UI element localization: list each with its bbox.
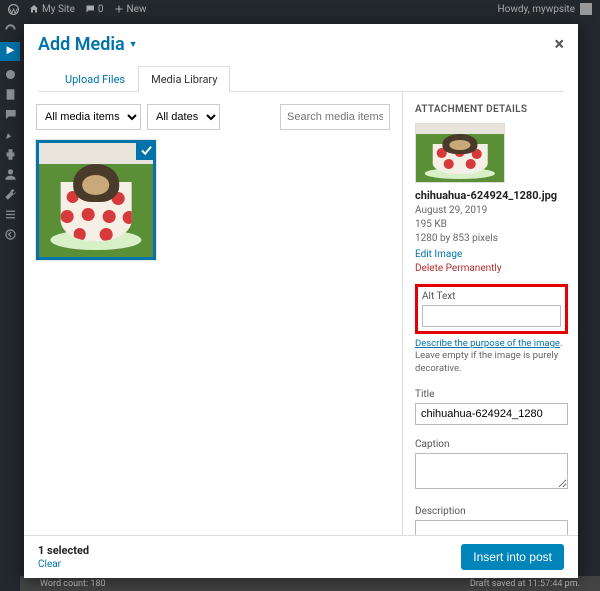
admin-bar: My Site 0 New Howdy, mywpsite <box>0 0 600 18</box>
filter-type-select[interactable]: All media items <box>36 104 141 130</box>
plus-icon <box>114 4 124 14</box>
appearance-icon[interactable] <box>3 127 17 141</box>
caption-label: Caption <box>415 439 568 450</box>
detail-thumbnail <box>415 123 505 183</box>
detail-dimensions: 1280 by 853 pixels <box>415 232 568 246</box>
alt-text-input[interactable] <box>422 305 561 327</box>
collapse-icon[interactable] <box>3 227 17 241</box>
site-name: My Site <box>42 4 75 15</box>
comment-count: 0 <box>98 4 104 15</box>
caption-input[interactable] <box>415 453 568 489</box>
word-count: Word count: 180 <box>40 579 106 589</box>
close-icon[interactable]: × <box>554 34 564 55</box>
admin-menu <box>0 18 20 578</box>
attachment-details: ATTACHMENT DETAILS chihuahua-624924_1280… <box>403 92 578 535</box>
dashboard-icon[interactable] <box>3 22 17 36</box>
modal-header: Add Media ▼ × Upload Files Media Library <box>24 24 578 92</box>
site-link[interactable]: My Site <box>29 4 75 15</box>
search-input[interactable] <box>280 104 390 130</box>
new-label: New <box>127 4 147 15</box>
plugins-icon[interactable] <box>3 147 17 161</box>
posts-icon[interactable] <box>0 42 20 61</box>
home-icon <box>29 4 39 14</box>
modal-footer: 1 selected Clear Insert into post <box>24 535 578 578</box>
alt-hint-link[interactable]: Describe the purpose of the image <box>415 338 560 349</box>
detail-date: August 29, 2019 <box>415 204 568 218</box>
modal-title[interactable]: Add Media ▼ <box>38 34 138 55</box>
editor-status-bar: Word count: 180 Draft saved at 11:57:44 … <box>20 576 600 591</box>
media-thumbnail-selected[interactable] <box>36 140 156 260</box>
delete-link[interactable]: Delete Permanently <box>415 263 568 274</box>
tab-media-library[interactable]: Media Library <box>138 66 230 92</box>
comments-link[interactable]: 0 <box>85 4 104 15</box>
alt-text-label: Alt Text <box>422 291 561 302</box>
settings-icon[interactable] <box>3 207 17 221</box>
filter-date-select[interactable]: All dates <box>147 104 220 130</box>
comments-icon[interactable] <box>3 107 17 121</box>
details-heading: ATTACHMENT DETAILS <box>415 104 568 115</box>
title-label: Title <box>415 389 568 400</box>
title-input[interactable] <box>415 403 568 425</box>
edit-image-link[interactable]: Edit Image <box>415 249 568 260</box>
media-browser: All media items All dates <box>24 92 403 535</box>
draft-saved: Draft saved at 11:57:44 pm. <box>470 579 580 589</box>
description-label: Description <box>415 506 568 517</box>
wp-logo-icon[interactable] <box>8 4 19 15</box>
alt-text-hint: Describe the purpose of the image. Leave… <box>415 338 568 375</box>
detail-filename: chihuahua-624924_1280.jpg <box>415 189 568 202</box>
caret-down-icon: ▼ <box>129 39 138 50</box>
users-icon[interactable] <box>3 167 17 181</box>
alt-text-field-highlight: Alt Text <box>415 284 568 334</box>
comment-icon <box>85 4 95 14</box>
tab-upload-files[interactable]: Upload Files <box>52 66 138 92</box>
media-icon[interactable] <box>3 67 17 81</box>
clear-selection-link[interactable]: Clear <box>38 559 89 570</box>
detail-size: 195 KB <box>415 218 568 232</box>
selection-count: 1 selected <box>38 544 89 557</box>
check-icon[interactable] <box>136 140 156 160</box>
pages-icon[interactable] <box>3 87 17 101</box>
new-link[interactable]: New <box>114 4 147 15</box>
howdy-text[interactable]: Howdy, mywpsite <box>498 4 575 15</box>
insert-into-post-button[interactable]: Insert into post <box>461 544 564 570</box>
description-input[interactable] <box>415 520 568 535</box>
modal-tabs: Upload Files Media Library <box>38 65 564 92</box>
media-filters: All media items All dates <box>36 104 390 130</box>
tools-icon[interactable] <box>3 187 17 201</box>
add-media-modal: Add Media ▼ × Upload Files Media Library… <box>24 24 578 578</box>
avatar[interactable] <box>580 3 592 15</box>
